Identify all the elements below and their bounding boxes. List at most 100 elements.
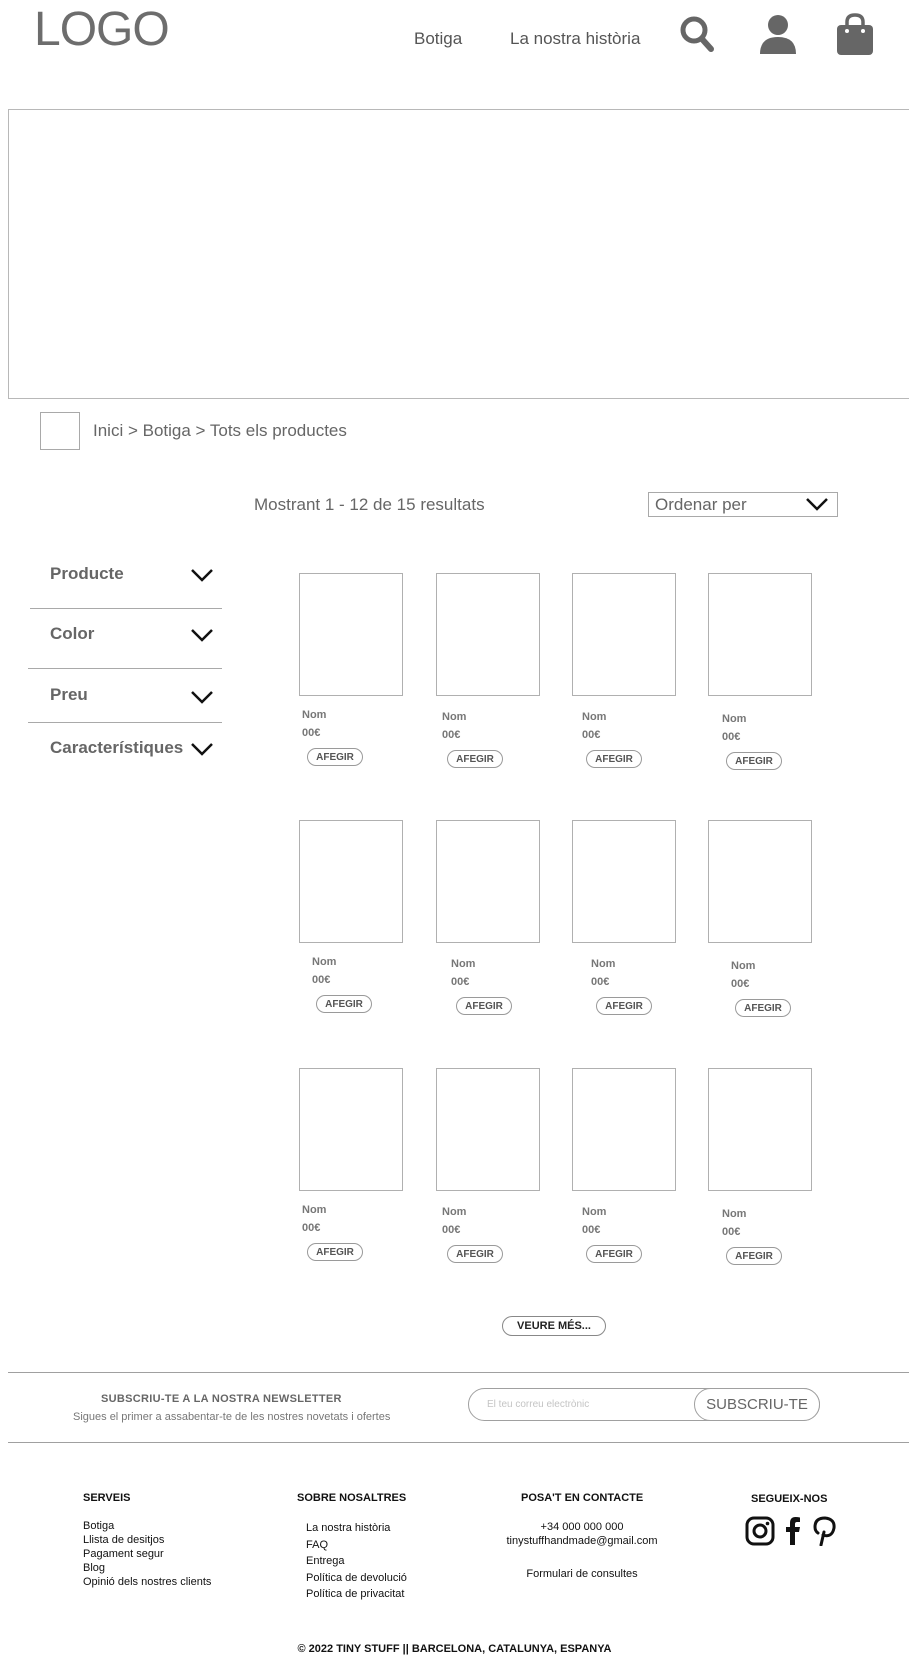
product-image[interactable] [572,1068,676,1191]
add-to-cart-button[interactable]: AFEGIR [726,752,782,770]
product-price: 00€ [722,731,741,743]
add-to-cart-button[interactable]: AFEGIR [307,1243,363,1261]
contact-email[interactable]: tinystuffhandmade@gmail.com [480,1534,684,1548]
see-more-button[interactable]: VEURE MÉS... [502,1316,606,1336]
product-image[interactable] [708,1068,812,1191]
facebook-icon[interactable] [778,1516,808,1546]
nav-link-la-nostra-historia[interactable]: La nostra història [510,29,640,49]
user-icon[interactable] [758,12,798,56]
divider [8,1372,909,1373]
footer-link[interactable]: FAQ [306,1537,407,1554]
product-price: 00€ [731,978,750,990]
shopping-bag-icon[interactable] [835,12,875,56]
add-to-cart-button[interactable]: AFEGIR [456,997,512,1015]
footer-link[interactable]: Blog [83,1561,211,1575]
filter-preu[interactable]: Preu [50,685,88,705]
footer-link[interactable]: La nostra història [306,1520,407,1537]
add-to-cart-button[interactable]: AFEGIR [586,750,642,768]
results-count: Mostrant 1 - 12 de 15 resultats [254,495,485,514]
filter-color[interactable]: Color [50,624,94,644]
footer-link[interactable]: Botiga [83,1519,211,1533]
add-to-cart-button[interactable]: AFEGIR [307,748,363,766]
product-name[interactable]: Nom [591,958,615,970]
contact-phone[interactable]: +34 000 000 000 [490,1520,674,1534]
footer-link[interactable]: Pagament segur [83,1547,211,1561]
divider [8,1442,909,1443]
footer-heading-segueix-nos: SEGUEIX-NOS [751,1493,828,1505]
product-name[interactable]: Nom [302,1204,326,1216]
product-image[interactable] [708,573,812,696]
product-name[interactable]: Nom [582,1206,606,1218]
add-to-cart-button[interactable]: AFEGIR [726,1247,782,1265]
product-price: 00€ [582,729,601,741]
footer-sobre-list: La nostra història FAQ Entrega Política … [306,1520,407,1603]
search-icon[interactable] [678,12,718,56]
footer-link[interactable]: Política de privacitat [306,1586,407,1603]
footer-link[interactable]: Entrega [306,1553,407,1570]
product-image[interactable] [436,1068,540,1191]
product-price: 00€ [722,1226,741,1238]
copyright: © 2022 TINY STUFF || BARCELONA, CATALUNY… [297,1643,612,1655]
product-name[interactable]: Nom [451,958,475,970]
sort-label: Ordenar per [655,495,747,514]
product-name[interactable]: Nom [722,713,746,725]
chevron-down-icon[interactable] [190,741,214,757]
hero-banner [8,109,909,399]
product-image[interactable] [572,820,676,943]
chevron-down-icon[interactable] [190,689,214,705]
add-to-cart-button[interactable]: AFEGIR [735,999,791,1017]
footer-link[interactable]: Opinió dels nostres clients [83,1575,211,1589]
footer-serveis-list: Botiga Llista de desitjos Pagament segur… [83,1519,211,1589]
footer-heading-serveis: SERVEIS [83,1492,131,1504]
breadcrumb-image [40,412,80,450]
newsletter-email-field[interactable]: El teu correu electrònic SUBSCRIU-TE [468,1388,820,1421]
footer-heading-sobre-nosaltres: SOBRE NOSALTRES [297,1492,407,1504]
subscribe-button[interactable]: SUBSCRIU-TE [694,1388,820,1421]
instagram-icon[interactable] [745,1516,775,1546]
product-price: 00€ [442,1224,461,1236]
footer-link[interactable]: Política de devolució [306,1570,407,1587]
footer-link[interactable]: Llista de desitjos [83,1533,211,1547]
product-price: 00€ [312,974,331,986]
product-name[interactable]: Nom [582,711,606,723]
product-image[interactable] [436,820,540,943]
product-name[interactable]: Nom [731,960,755,972]
product-image[interactable] [708,820,812,943]
breadcrumb[interactable]: Inici > Botiga > Tots els productes [93,421,347,441]
product-image[interactable] [299,1068,403,1191]
contact-form-link[interactable]: Formulari de consultes [490,1567,674,1581]
add-to-cart-button[interactable]: AFEGIR [447,750,503,768]
logo[interactable]: LOGO [34,2,170,58]
product-image[interactable] [436,573,540,696]
add-to-cart-button[interactable]: AFEGIR [316,995,372,1013]
product-image[interactable] [299,573,403,696]
product-name[interactable]: Nom [442,1206,466,1218]
divider [28,668,222,669]
product-price: 00€ [591,976,610,988]
email-placeholder: El teu correu electrònic [487,1399,590,1410]
product-price: 00€ [582,1224,601,1236]
product-name[interactable]: Nom [722,1208,746,1220]
product-name[interactable]: Nom [302,709,326,721]
product-price: 00€ [302,727,321,739]
sort-dropdown[interactable]: Ordenar per [648,492,838,517]
product-image[interactable] [572,573,676,696]
filter-producte[interactable]: Producte [50,564,124,584]
filter-caracteristiques[interactable]: Característiques [50,738,183,758]
footer-heading-contacte: POSA'T EN CONTACTE [521,1492,644,1504]
product-price: 00€ [302,1222,321,1234]
pinterest-icon[interactable] [810,1516,840,1546]
chevron-down-icon[interactable] [190,567,214,583]
chevron-down-icon[interactable] [190,627,214,643]
newsletter-subtitle: Sigues el primer a assabentar-te de les … [73,1411,391,1423]
add-to-cart-button[interactable]: AFEGIR [596,997,652,1015]
newsletter-title: SUBSCRIU-TE A LA NOSTRA NEWSLETTER [101,1393,342,1405]
product-price: 00€ [451,976,470,988]
nav-link-botiga[interactable]: Botiga [414,29,462,49]
chevron-down-icon [806,498,828,511]
product-name[interactable]: Nom [442,711,466,723]
add-to-cart-button[interactable]: AFEGIR [586,1245,642,1263]
product-image[interactable] [299,820,403,943]
product-name[interactable]: Nom [312,956,336,968]
add-to-cart-button[interactable]: AFEGIR [447,1245,503,1263]
